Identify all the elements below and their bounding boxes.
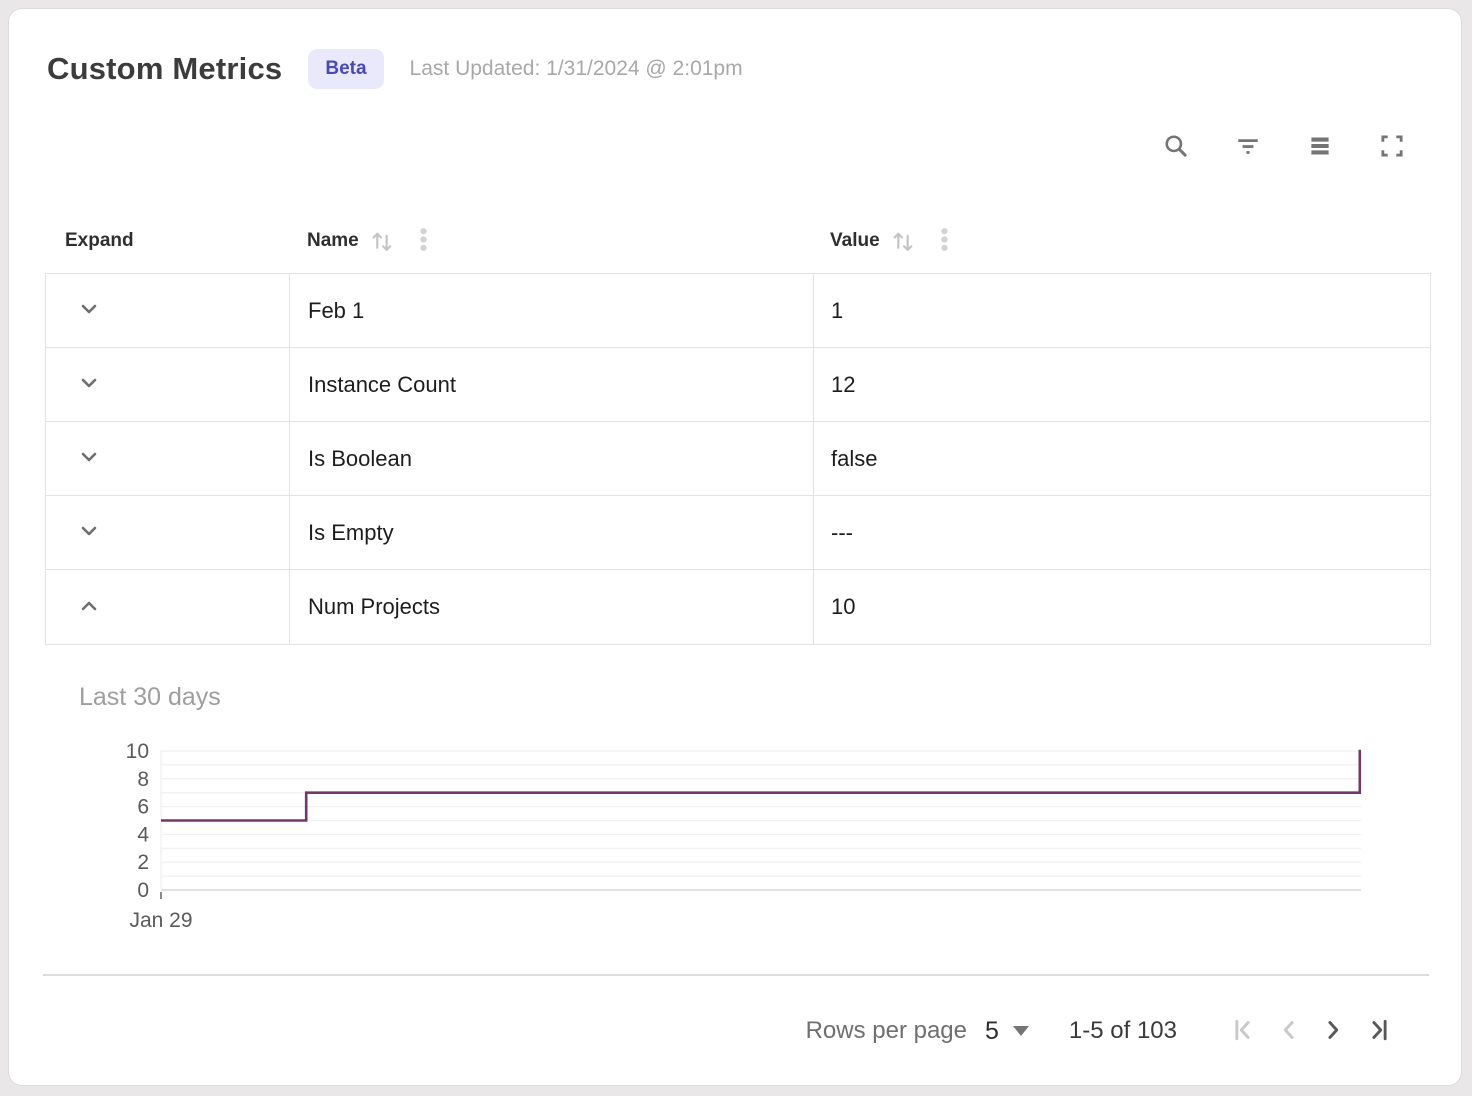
chevron-up-icon [76,593,102,622]
table-row: Feb 1 1 [46,274,1430,348]
row-name: Is Empty [290,496,814,569]
dropdown-arrow-icon [1013,1026,1029,1036]
chevron-down-icon [76,370,102,399]
chevron-down-icon [76,444,102,473]
svg-text:8: 8 [137,768,149,791]
custom-metrics-panel: Custom Metrics Beta Last Updated: 1/31/2… [8,8,1462,1086]
svg-text:4: 4 [137,823,149,846]
table-row: Is Boolean false [46,422,1430,496]
filter-button[interactable] [1233,131,1263,161]
sort-value-button[interactable] [890,226,917,256]
pagination-range-label: 1-5 of 103 [1069,1017,1177,1045]
expand-cell [46,422,290,495]
expand-cell [46,274,290,347]
row-name: Instance Count [290,348,814,421]
first-page-button [1223,1009,1267,1053]
column-header-value: Value [813,226,1431,256]
column-menu-name-button[interactable] [410,226,437,256]
svg-text:0: 0 [137,879,149,902]
svg-text:10: 10 [126,740,149,763]
next-page-button[interactable] [1311,1009,1355,1053]
row-value: false [814,422,1430,495]
beta-badge: Beta [308,49,383,89]
row-value: 10 [814,570,1430,644]
filter-icon [1234,132,1262,160]
column-header-expand: Expand [45,230,289,252]
rows-per-page-value: 5 [985,1017,999,1046]
last-page-icon [1362,1015,1392,1048]
table-row: Instance Count 12 [46,348,1430,422]
table-footer: Rows per page 5 1-5 of 103 [43,974,1429,1086]
expand-cell [46,570,290,644]
row-value: 1 [814,274,1430,347]
sort-icon [890,226,917,256]
expand-row-button[interactable] [74,444,104,474]
rows-per-page-select[interactable]: 5 [985,1017,1029,1046]
row-value: --- [814,496,1430,569]
column-menu-value-button[interactable] [931,226,958,256]
expand-row-button[interactable] [74,592,104,622]
rows-per-page-label: Rows per page [806,1017,967,1045]
chart-title: Last 30 days [79,683,221,712]
last-page-button[interactable] [1355,1009,1399,1053]
column-header-name: Name [289,226,813,256]
search-button[interactable] [1161,131,1191,161]
density-button[interactable] [1305,131,1335,161]
column-label: Value [830,230,880,252]
last-updated-text: Last Updated: 1/31/2024 @ 2:01pm [410,57,743,81]
previous-page-button [1267,1009,1311,1053]
row-name: Is Boolean [290,422,814,495]
expand-cell [46,496,290,569]
chevron-down-icon [76,296,102,325]
svg-text:Jan 29: Jan 29 [129,909,192,932]
table-toolbar [1161,131,1407,161]
fullscreen-button[interactable] [1377,131,1407,161]
expand-cell [46,348,290,421]
chevron-left-icon [1274,1015,1304,1048]
table-header-row: Expand Name Value [45,209,1431,273]
column-label: Expand [65,230,134,252]
svg-text:6: 6 [137,796,149,819]
svg-text:2: 2 [137,851,149,874]
expand-row-button[interactable] [74,518,104,548]
page-title: Custom Metrics [47,51,282,87]
row-name: Num Projects [290,570,814,644]
column-label: Name [307,230,359,252]
search-icon [1162,132,1190,160]
trend-chart-svg: 0 2 4 6 8 10 Jan 29 [109,739,1389,939]
density-icon [1306,132,1334,160]
table-row: Num Projects 10 [46,570,1430,644]
table-body: Feb 1 1 Instance Count 12 [45,273,1431,645]
fullscreen-icon [1378,132,1406,160]
row-name: Feb 1 [290,274,814,347]
chevron-down-icon [76,518,102,547]
table-row: Is Empty --- [46,496,1430,570]
panel-header: Custom Metrics Beta Last Updated: 1/31/2… [47,49,743,89]
chevron-right-icon [1318,1015,1348,1048]
expand-row-button[interactable] [74,296,104,326]
expand-row-button[interactable] [74,370,104,400]
first-page-icon [1230,1015,1260,1048]
sort-name-button[interactable] [369,226,396,256]
row-value: 12 [814,348,1430,421]
sort-icon [369,226,396,256]
kebab-menu-icon [410,226,437,256]
kebab-menu-icon [931,226,958,256]
